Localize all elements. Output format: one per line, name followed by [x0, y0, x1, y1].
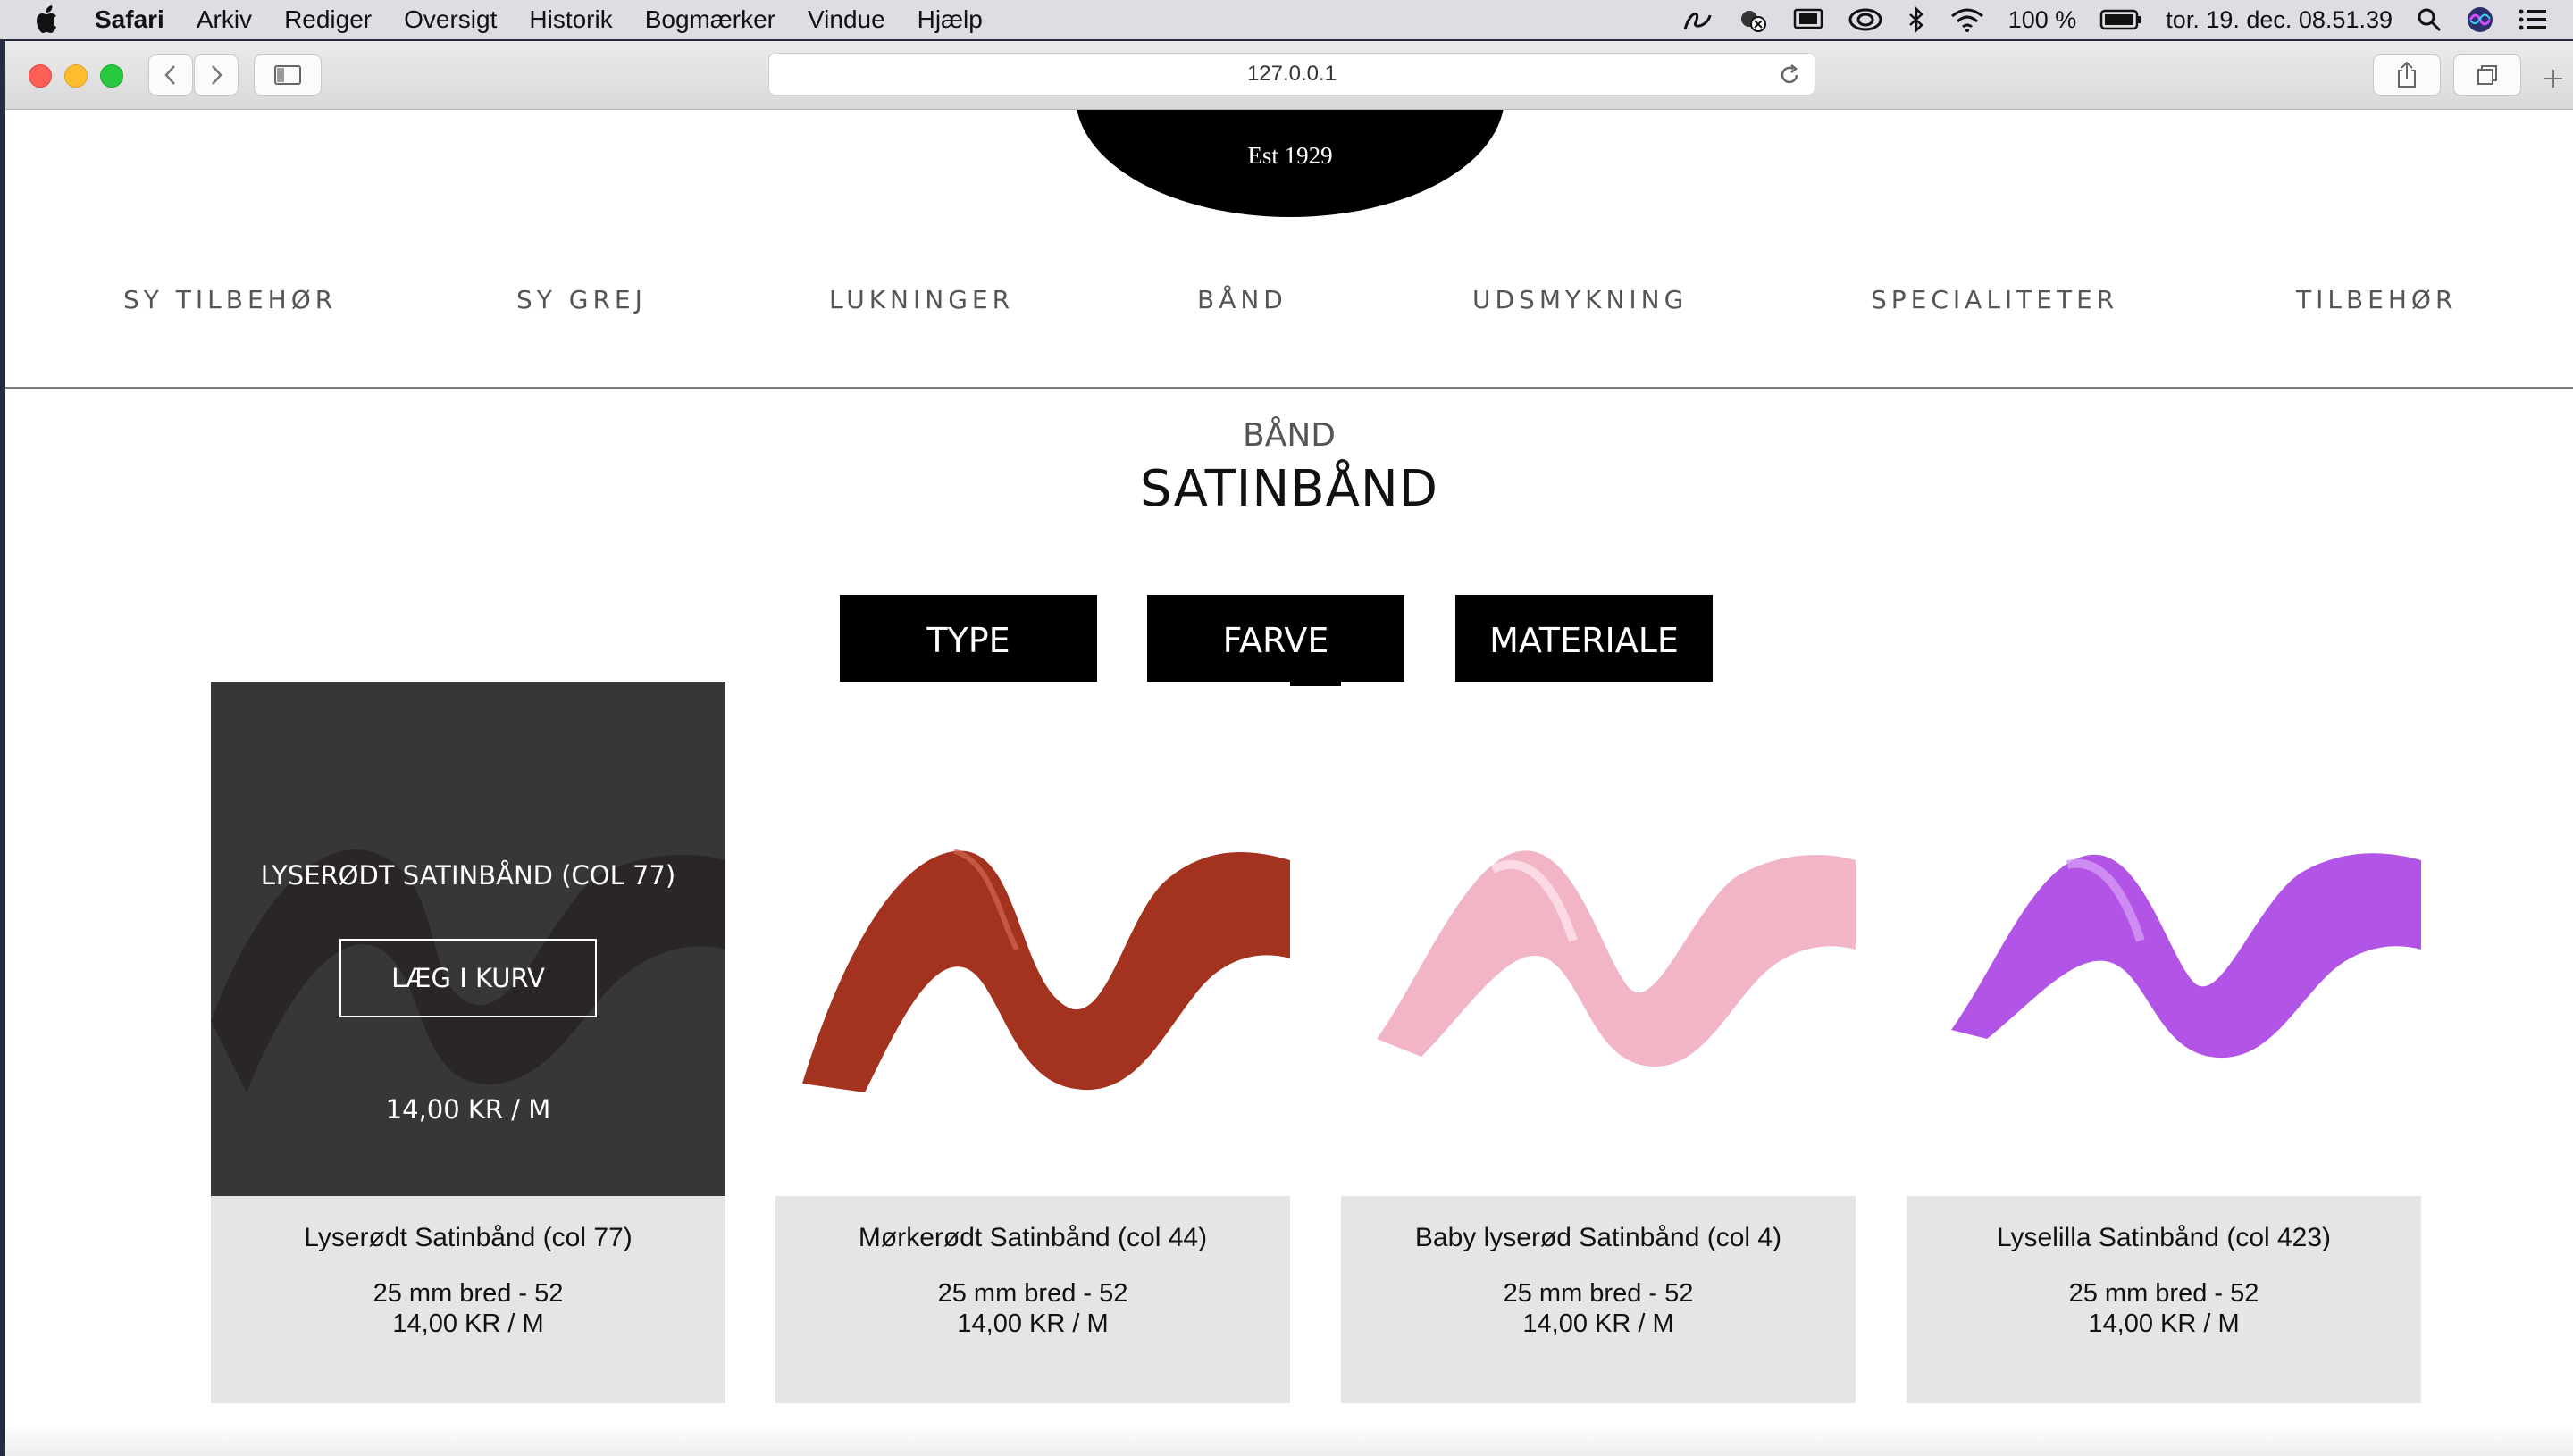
safari-window: 127.0.0.1 Est 1929 SY TILBEHØR SY GREJ L…	[5, 41, 2573, 1456]
cloud-sync-icon[interactable]	[1737, 6, 1769, 33]
product-price: 14,00 KR / M	[2088, 1310, 2240, 1338]
plus-icon	[2544, 70, 2562, 88]
nav-lukninger[interactable]: LUKNINGER	[829, 285, 1014, 314]
share-button[interactable]	[2373, 54, 2441, 96]
product-width: 25 mm bred - 52	[2068, 1279, 2259, 1308]
product-card[interactable]: Baby lyserød Satinbånd (col 4) 25 mm bre…	[1341, 682, 1856, 1403]
address-bar[interactable]: 127.0.0.1	[768, 53, 1815, 96]
product-image[interactable]	[1341, 682, 1856, 1196]
ribbon-shape	[1377, 850, 1856, 1067]
tabs-icon	[2477, 65, 2497, 85]
sidebar-icon	[274, 65, 301, 85]
window-close-button[interactable]	[29, 64, 52, 88]
macos-menu-bar: Safari Arkiv Rediger Oversigt Historik B…	[0, 0, 2573, 39]
menu-hjaelp[interactable]: Hjælp	[918, 5, 983, 34]
filter-type-button[interactable]: TYPE	[840, 595, 1097, 686]
product-image[interactable]	[775, 682, 1290, 1196]
filter-materiale-button[interactable]: MATERIALE	[1455, 595, 1713, 686]
overlay-product-price: 14,00 KR / M	[385, 1094, 551, 1125]
menu-clock[interactable]: tor. 19. dec. 08.51.39	[2166, 6, 2393, 34]
product-name[interactable]: Lyserødt Satinbånd (col 77)	[211, 1223, 725, 1253]
spotlight-search-icon[interactable]	[2416, 6, 2443, 33]
pen-status-icon[interactable]	[1681, 6, 1714, 33]
nav-udsmykning[interactable]: UDSMYKNING	[1472, 285, 1688, 314]
product-card[interactable]: Mørkerødt Satinbånd (col 44) 25 mm bred …	[775, 682, 1290, 1403]
ribbon-image	[1377, 850, 1856, 1067]
menu-vindue[interactable]: Vindue	[808, 5, 885, 34]
share-icon	[2398, 61, 2416, 88]
nav-baand[interactable]: BÅND	[1197, 285, 1287, 314]
web-page: Est 1929 SY TILBEHØR SY GREJ LUKNINGER B…	[5, 110, 2573, 1456]
wifi-icon[interactable]	[1949, 6, 1985, 33]
product-price: 14,00 KR / M	[392, 1310, 544, 1338]
creative-cloud-icon[interactable]	[1848, 6, 1883, 33]
display-mirror-icon[interactable]	[1792, 6, 1824, 33]
nav-sy-tilbehoer[interactable]: SY TILBEHØR	[123, 285, 337, 314]
battery-icon[interactable]	[2099, 8, 2142, 31]
product-image[interactable]	[1907, 682, 2421, 1196]
product-name[interactable]: Mørkerødt Satinbånd (col 44)	[775, 1223, 1290, 1253]
apple-menu-icon[interactable]	[36, 4, 63, 35]
chevron-left-icon	[164, 65, 175, 85]
product-name[interactable]: Lyselilla Satinbånd (col 423)	[1907, 1223, 2421, 1253]
siri-icon[interactable]	[2466, 5, 2494, 34]
sidebar-toggle-button[interactable]	[254, 54, 322, 96]
header-divider	[5, 387, 2573, 389]
product-card[interactable]: Lyselilla Satinbånd (col 423) 25 mm bred…	[1907, 682, 2421, 1403]
menu-bogmaerker[interactable]: Bogmærker	[645, 5, 775, 34]
product-width: 25 mm bred - 52	[937, 1279, 1128, 1308]
product-card[interactable]: LYSERØDT SATINBÅND (COL 77) LÆG I KURV 1…	[211, 682, 725, 1403]
main-navigation: SY TILBEHØR SY GREJ LUKNINGER BÅND UDSMY…	[5, 285, 2573, 339]
tab-overview-button[interactable]	[2453, 54, 2521, 96]
product-info: Lyselilla Satinbånd (col 423) 25 mm bred…	[1907, 1196, 2421, 1403]
menu-rediger[interactable]: Rediger	[284, 5, 372, 34]
window-fullscreen-button[interactable]	[100, 64, 123, 88]
product-price: 14,00 KR / M	[1522, 1310, 1674, 1338]
nav-sy-grej[interactable]: SY GREJ	[516, 285, 647, 314]
product-width: 25 mm bred - 52	[1503, 1279, 1694, 1308]
new-tab-button[interactable]	[2535, 61, 2571, 96]
ribbon-image	[802, 849, 1290, 1092]
filter-farve-button[interactable]: FARVE	[1147, 595, 1404, 686]
product-info: Lyserødt Satinbånd (col 77) 25 mm bred -…	[211, 1196, 725, 1403]
nav-tilbehoer[interactable]: TILBEHØR	[2296, 285, 2457, 314]
battery-percentage: 100 %	[2007, 5, 2077, 33]
reload-icon[interactable]	[1777, 63, 1802, 94]
page-title: SATINBÅND	[1140, 460, 1438, 518]
window-minimize-button[interactable]	[64, 64, 88, 88]
menu-arkiv[interactable]: Arkiv	[197, 5, 252, 34]
product-info: Mørkerødt Satinbånd (col 44) 25 mm bred …	[775, 1196, 1290, 1403]
product-image[interactable]: LYSERØDT SATINBÅND (COL 77) LÆG I KURV 1…	[211, 682, 725, 1196]
product-spec: 25 mm bred - 52 14,00 KR / M	[1907, 1278, 2421, 1339]
add-to-cart-button[interactable]: LÆG I KURV	[339, 939, 597, 1017]
product-width: 25 mm bred - 52	[373, 1279, 564, 1308]
overlay-product-name: LYSERØDT SATINBÅND (COL 77)	[260, 860, 676, 891]
category-breadcrumb[interactable]: BÅND	[5, 417, 2573, 454]
forward-button[interactable]	[194, 54, 239, 96]
address-bar-url: 127.0.0.1	[1246, 62, 1337, 86]
nav-specialiteter[interactable]: SPECIALITETER	[1871, 285, 2118, 314]
menu-safari[interactable]: Safari	[95, 5, 164, 34]
product-info: Baby lyserød Satinbånd (col 4) 25 mm bre…	[1341, 1196, 1856, 1403]
ribbon-shape	[802, 850, 1290, 1092]
menu-historik[interactable]: Historik	[529, 5, 612, 34]
ribbon-shape	[1951, 853, 2421, 1059]
logo-tagline: Est 1929	[1247, 142, 1333, 169]
menu-oversigt[interactable]: Oversigt	[404, 5, 497, 34]
notification-center-icon[interactable]	[2518, 7, 2548, 32]
ribbon-image	[1951, 853, 2421, 1059]
filter-bar: TYPE FARVE MATERIALE	[5, 595, 2573, 686]
bluetooth-icon[interactable]	[1907, 6, 1926, 33]
product-spec: 25 mm bred - 52 14,00 KR / M	[211, 1278, 725, 1339]
product-hover-overlay: LYSERØDT SATINBÅND (COL 77) LÆG I KURV 1…	[211, 682, 725, 1196]
back-button[interactable]	[148, 54, 193, 96]
product-spec: 25 mm bred - 52 14,00 KR / M	[775, 1278, 1290, 1339]
product-price: 14,00 KR / M	[957, 1310, 1109, 1338]
product-spec: 25 mm bred - 52 14,00 KR / M	[1341, 1278, 1856, 1339]
browser-toolbar: 127.0.0.1	[5, 41, 2573, 110]
chevron-right-icon	[212, 65, 222, 85]
page-bottom-fade	[5, 1423, 2573, 1456]
product-name[interactable]: Baby lyserød Satinbånd (col 4)	[1341, 1223, 1856, 1253]
